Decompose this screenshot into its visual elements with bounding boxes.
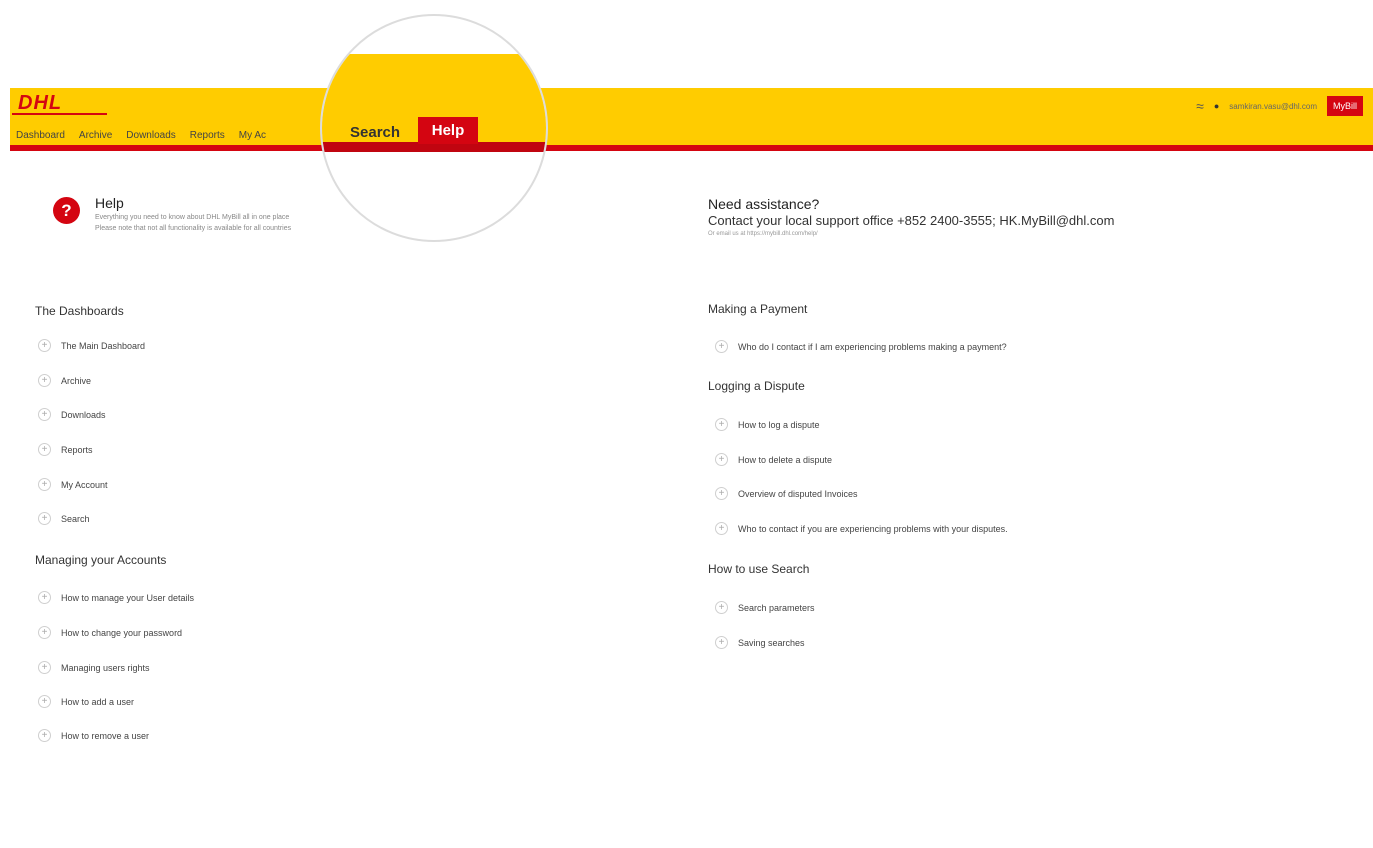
- nav-dashboard[interactable]: Dashboard: [16, 130, 65, 141]
- expand-plus-icon[interactable]: +: [38, 591, 51, 604]
- expand-plus-icon[interactable]: +: [38, 478, 51, 491]
- header-divider: [10, 145, 1373, 151]
- faq-item-label: Search parameters: [738, 602, 815, 613]
- expand-plus-icon[interactable]: +: [38, 729, 51, 742]
- expand-plus-icon[interactable]: +: [38, 339, 51, 352]
- faq-item[interactable]: + Reports: [38, 443, 93, 456]
- faq-item[interactable]: + Search: [38, 512, 90, 525]
- faq-item[interactable]: + Who do I contact if I am experiencing p…: [715, 340, 1007, 353]
- faq-item-label: Who to contact if you are experiencing p…: [738, 523, 1008, 534]
- expand-plus-icon[interactable]: +: [715, 522, 728, 535]
- expand-plus-icon[interactable]: +: [715, 601, 728, 614]
- assistance-title: Need assistance?: [708, 196, 820, 212]
- faq-item-label: Overview of disputed Invoices: [738, 488, 858, 499]
- magnified-help-tab[interactable]: Help: [418, 117, 478, 144]
- faq-item-label: My Account: [61, 479, 108, 490]
- dhl-logo[interactable]: DHL: [18, 92, 62, 115]
- nav-reports[interactable]: Reports: [190, 130, 225, 141]
- faq-item[interactable]: + How to add a user: [38, 695, 134, 708]
- faq-item-label: How to delete a dispute: [738, 454, 833, 465]
- user-email[interactable]: samkiran.vasu@dhl.com: [1229, 102, 1317, 111]
- faq-item[interactable]: + Who to contact if you are experiencing …: [715, 522, 1008, 535]
- expand-plus-icon[interactable]: +: [715, 453, 728, 466]
- assistance-contact: Contact your local support office +852 2…: [708, 213, 1115, 228]
- expand-plus-icon[interactable]: +: [38, 374, 51, 387]
- faq-item-label: How to change your password: [61, 627, 183, 638]
- faq-item[interactable]: + Downloads: [38, 408, 106, 421]
- faq-item[interactable]: + How to remove a user: [38, 729, 149, 742]
- faq-item-label: Managing users rights: [61, 662, 150, 673]
- faq-item[interactable]: + How to manage your User details: [38, 591, 194, 604]
- faq-item[interactable]: + How to log a dispute: [715, 418, 820, 431]
- faq-item[interactable]: + Managing users rights: [38, 661, 150, 674]
- faq-item-label: Who do I contact if I am experiencing pr…: [738, 341, 1007, 352]
- expand-plus-icon[interactable]: +: [38, 512, 51, 525]
- faq-item-label: Saving searches: [738, 637, 805, 648]
- expand-plus-icon[interactable]: +: [715, 487, 728, 500]
- nav-archive[interactable]: Archive: [79, 130, 112, 141]
- expand-plus-icon[interactable]: +: [38, 443, 51, 456]
- help-subtitle-1: Everything you need to know about DHL My…: [95, 214, 290, 221]
- faq-item[interactable]: + My Account: [38, 478, 108, 491]
- nav-my-account[interactable]: My Ac: [239, 130, 266, 141]
- faq-item[interactable]: + The Main Dashboard: [38, 339, 145, 352]
- faq-item-label: The Main Dashboard: [61, 340, 146, 351]
- expand-plus-icon[interactable]: +: [38, 695, 51, 708]
- faq-item-label: Reports: [61, 444, 93, 455]
- faq-item-label: How to manage your User details: [61, 592, 195, 603]
- user-icon: ●: [1213, 101, 1220, 111]
- faq-item-label: Search: [61, 513, 90, 524]
- section-search-title: How to use Search: [708, 562, 810, 576]
- expand-plus-icon[interactable]: +: [38, 626, 51, 639]
- section-dashboards-title: The Dashboards: [35, 304, 124, 318]
- faq-item-label: Downloads: [61, 409, 106, 420]
- header-user-area: ≈ ● samkiran.vasu@dhl.com MyBill: [1196, 96, 1363, 116]
- expand-plus-icon[interactable]: +: [715, 636, 728, 649]
- logo-underline: [12, 113, 107, 115]
- assistance-email-note[interactable]: Or email us at https://mybill.dhl.com/he…: [708, 231, 818, 237]
- expand-plus-icon[interactable]: +: [38, 408, 51, 421]
- faq-item-label: Archive: [61, 375, 92, 386]
- faq-item[interactable]: + Search parameters: [715, 601, 815, 614]
- app-root: DHL Dashboard Archive Downloads Reports …: [0, 0, 1373, 848]
- faq-item-label: How to log a dispute: [738, 419, 820, 430]
- expand-plus-icon[interactable]: +: [38, 661, 51, 674]
- help-question-icon: ?: [53, 197, 80, 224]
- expand-plus-icon[interactable]: +: [715, 418, 728, 431]
- expand-plus-icon[interactable]: +: [715, 340, 728, 353]
- help-subtitle-2: Please note that not all functionality i…: [95, 225, 292, 232]
- faq-item[interactable]: + How to delete a dispute: [715, 453, 832, 466]
- mybill-button[interactable]: MyBill: [1327, 96, 1363, 116]
- magnified-search-tab[interactable]: Search: [350, 124, 400, 141]
- faq-item-label: How to remove a user: [61, 730, 150, 741]
- faq-item[interactable]: + How to change your password: [38, 626, 182, 639]
- section-dispute-title: Logging a Dispute: [708, 379, 805, 393]
- wave-icon[interactable]: ≈: [1196, 98, 1204, 114]
- section-payment-title: Making a Payment: [708, 302, 808, 316]
- faq-item[interactable]: + Saving searches: [715, 636, 805, 649]
- help-title: Help: [95, 195, 124, 211]
- faq-item[interactable]: + Overview of disputed Invoices: [715, 487, 858, 500]
- magnifier-callout: Search Help: [320, 14, 548, 242]
- main-nav: Dashboard Archive Downloads Reports My A…: [16, 130, 266, 141]
- faq-item[interactable]: + Archive: [38, 374, 91, 387]
- section-accounts-title: Managing your Accounts: [35, 553, 167, 567]
- faq-item-label: How to add a user: [61, 696, 135, 707]
- nav-downloads[interactable]: Downloads: [126, 130, 175, 141]
